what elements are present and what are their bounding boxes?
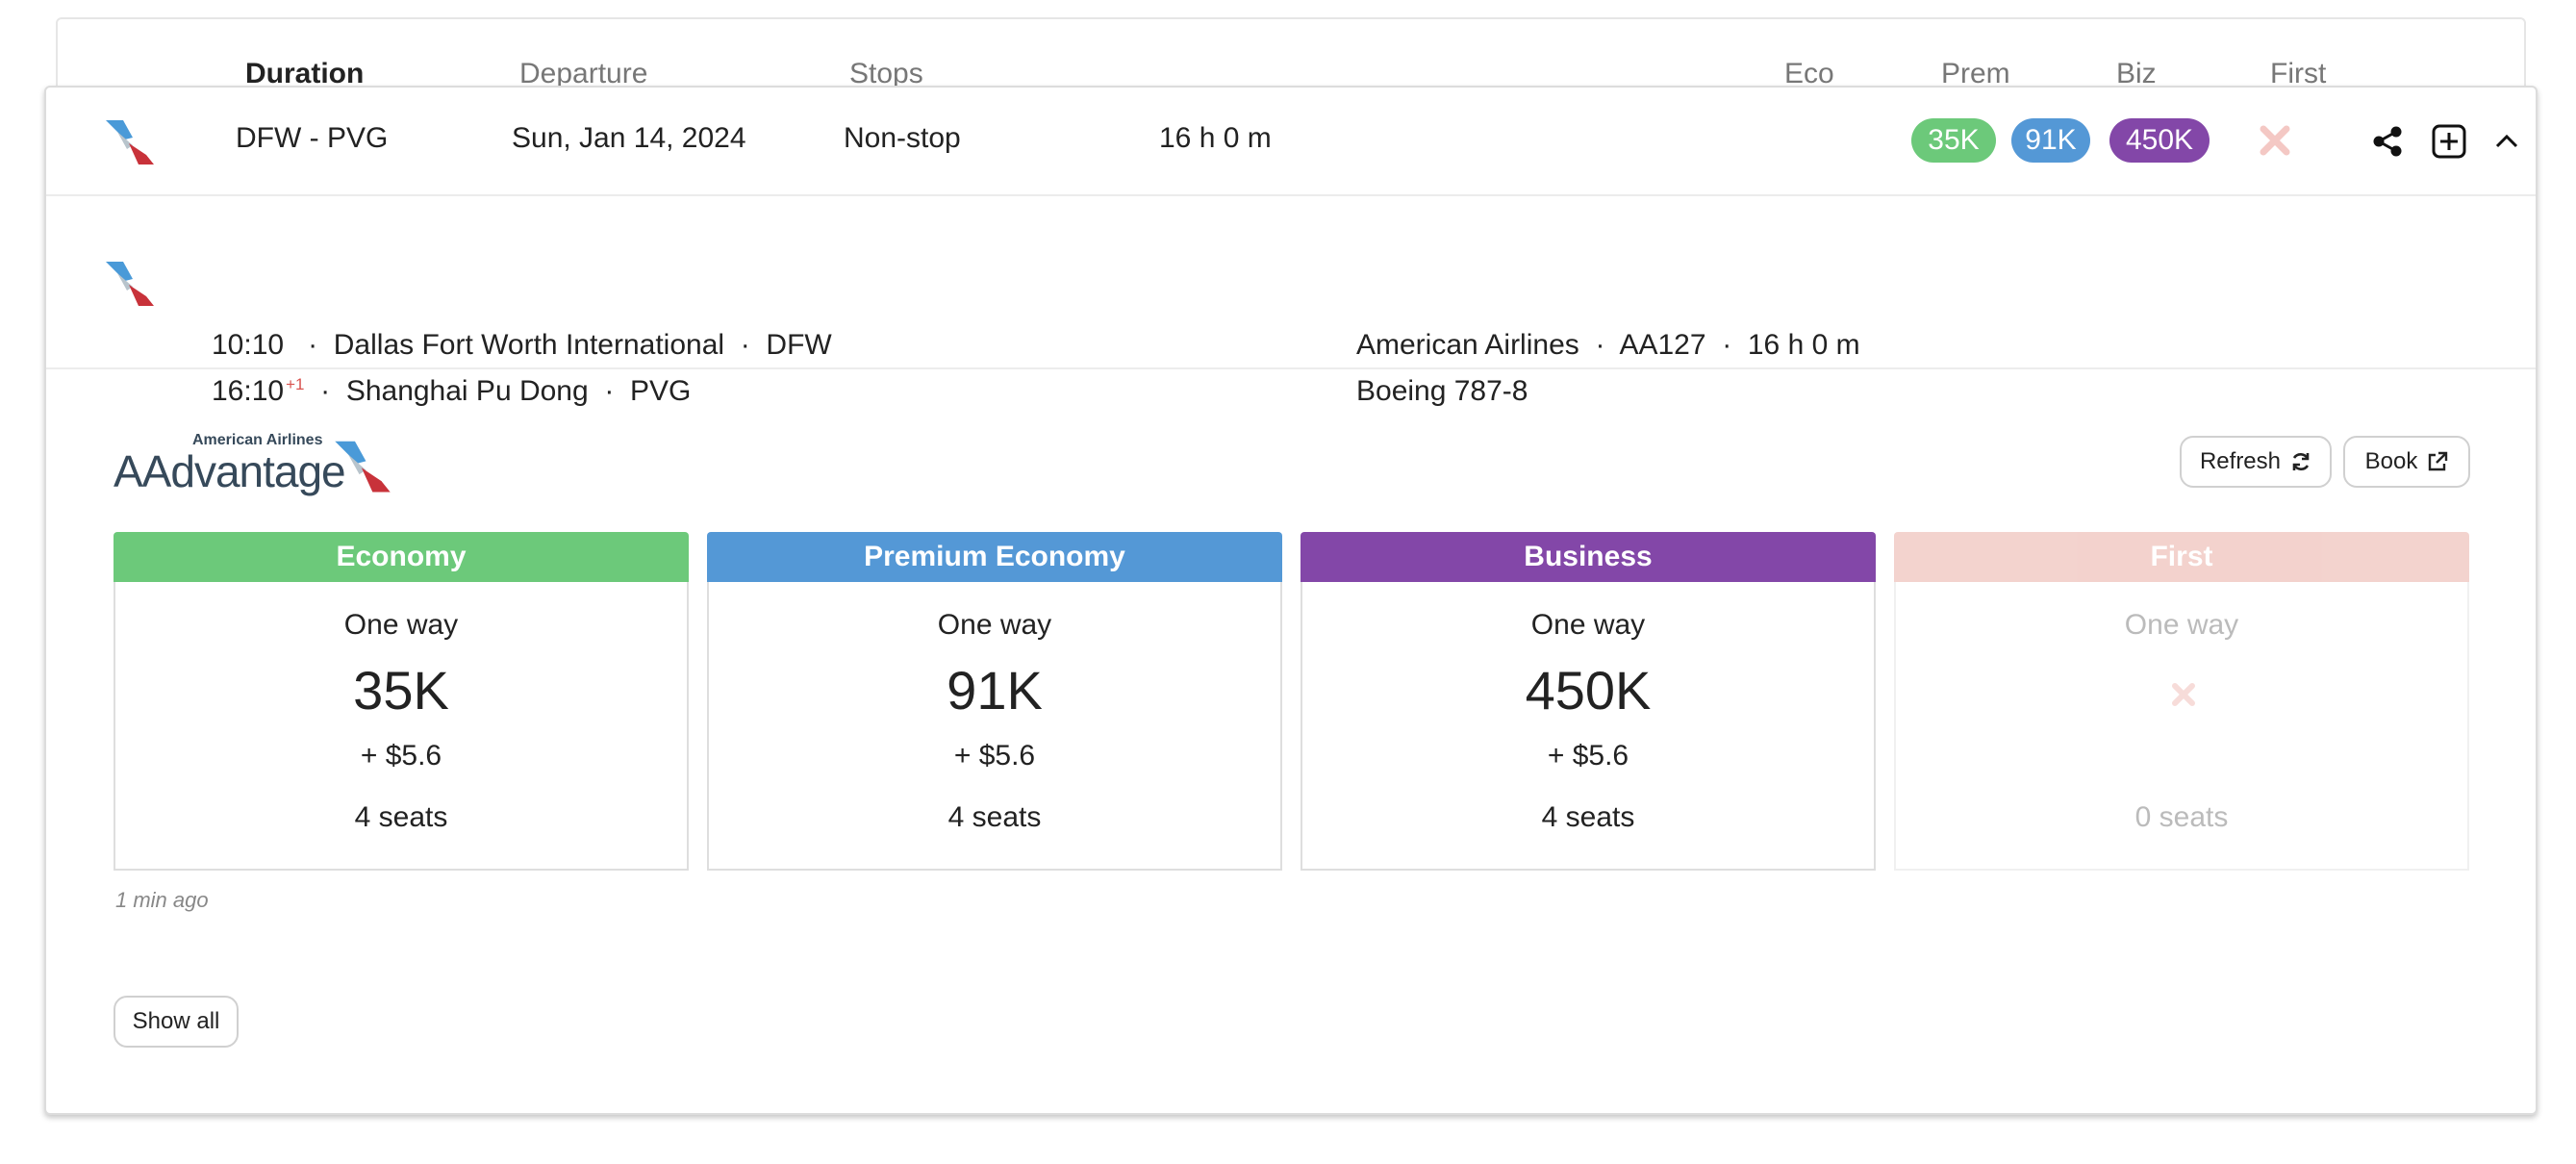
collapse-button[interactable]	[2486, 120, 2528, 163]
refresh-button[interactable]: Refresh	[2180, 436, 2332, 488]
segment-details: 10:10 · Dallas Fort Worth International …	[46, 194, 2536, 407]
chevron-up-icon	[2495, 134, 2518, 148]
share-button[interactable]	[2366, 120, 2409, 163]
fare-cabin: First	[1894, 532, 2469, 582]
flight-card: DFW - PVG Sun, Jan 14, 2024 Non-stop 16 …	[44, 86, 2538, 1115]
departure-info: 10:10 · Dallas Fort Worth International …	[212, 329, 832, 362]
flight-date: Sun, Jan 14, 2024	[512, 122, 746, 154]
book-button[interactable]: Book	[2343, 436, 2470, 488]
fare-tax: + $5.6	[953, 740, 1036, 772]
separator: ·	[320, 375, 331, 407]
arrival-airport: Shanghai Pu Dong	[345, 375, 589, 407]
book-label: Book	[2364, 448, 2418, 474]
separator: ·	[604, 375, 615, 407]
refresh-label: Refresh	[2199, 448, 2282, 474]
refresh-icon	[2292, 453, 2310, 470]
aa-logo-icon	[106, 262, 154, 306]
flight-summary-row[interactable]: DFW - PVG Sun, Jan 14, 2024 Non-stop 16 …	[46, 88, 2536, 196]
fare-seats: 4 seats	[947, 801, 1042, 833]
aircraft-type: Boeing 787-8	[1356, 375, 1528, 407]
economy-badge: 35K	[1911, 118, 1996, 163]
logo-big-text: AAdvantage	[114, 446, 346, 496]
segment-duration: 16 h 0 m	[1747, 329, 1860, 361]
fare-seats: 0 seats	[2134, 801, 2229, 833]
show-all-button[interactable]: Show all	[114, 996, 239, 1048]
add-to-compare-button[interactable]	[2428, 120, 2470, 163]
fare-card-economy[interactable]: Economy One way 35K + $5.6 4 seats	[114, 532, 689, 871]
day-offset: +1	[286, 375, 305, 393]
fare-tax: + $5.6	[1547, 740, 1629, 772]
fare-card-premium-economy[interactable]: Premium Economy One way 91K + $5.6 4 sea…	[707, 532, 1282, 871]
premium-badge: 91K	[2011, 118, 2090, 163]
arrival-time: 16:10	[212, 375, 285, 407]
add-box-icon	[2432, 124, 2466, 159]
fare-type: One way	[343, 609, 459, 641]
fare-cabin: Business	[1301, 532, 1876, 582]
fare-cabin: Economy	[114, 532, 689, 582]
fare-miles: 450K	[1525, 660, 1652, 721]
flight-route: DFW - PVG	[236, 122, 389, 154]
fare-seats: 4 seats	[354, 801, 448, 833]
close-icon	[2172, 683, 2195, 706]
external-link-icon	[2429, 451, 2448, 471]
separator: ·	[1722, 329, 1732, 361]
fare-miles: 91K	[947, 660, 1043, 721]
fare-miles: 35K	[353, 660, 449, 721]
business-badge: 450K	[2109, 118, 2210, 163]
fare-type: One way	[1530, 609, 1646, 641]
airline-name: American Airlines	[1356, 329, 1579, 361]
separator: ·	[740, 329, 750, 361]
flight-number: AA127	[1619, 329, 1706, 361]
separator: ·	[1595, 329, 1605, 361]
arrival-code: PVG	[630, 375, 692, 407]
separator: ·	[308, 329, 318, 361]
show-all-label: Show all	[132, 1008, 220, 1034]
fare-seats: 4 seats	[1541, 801, 1635, 833]
carrier-info: American Airlines · AA127 · 16 h 0 m	[1356, 329, 1860, 362]
aa-logo-icon	[106, 120, 154, 164]
share-icon	[2373, 126, 2402, 157]
departure-time: 10:10	[212, 329, 285, 361]
departure-airport: Dallas Fort Worth International	[333, 329, 725, 361]
close-icon	[2260, 125, 2290, 156]
arrival-info: 16:10 +1 · Shanghai Pu Dong · PVG	[212, 375, 691, 408]
flight-stops: Non-stop	[844, 122, 961, 154]
fare-type: One way	[2124, 609, 2239, 641]
fare-card-first: First One way 0 seats	[1894, 532, 2469, 871]
aadvantage-logo: American Airlines AAdvantage	[114, 432, 402, 499]
aa-logo-icon	[335, 441, 391, 493]
updated-timestamp: 1 min ago	[115, 888, 209, 912]
flight-duration: 16 h 0 m	[1159, 122, 1272, 154]
fare-tax: + $5.6	[360, 740, 442, 772]
fare-card-business[interactable]: Business One way 450K + $5.6 4 seats	[1301, 532, 1876, 871]
fare-type: One way	[937, 609, 1052, 641]
departure-code: DFW	[766, 329, 832, 361]
fare-cabin: Premium Economy	[707, 532, 1282, 582]
